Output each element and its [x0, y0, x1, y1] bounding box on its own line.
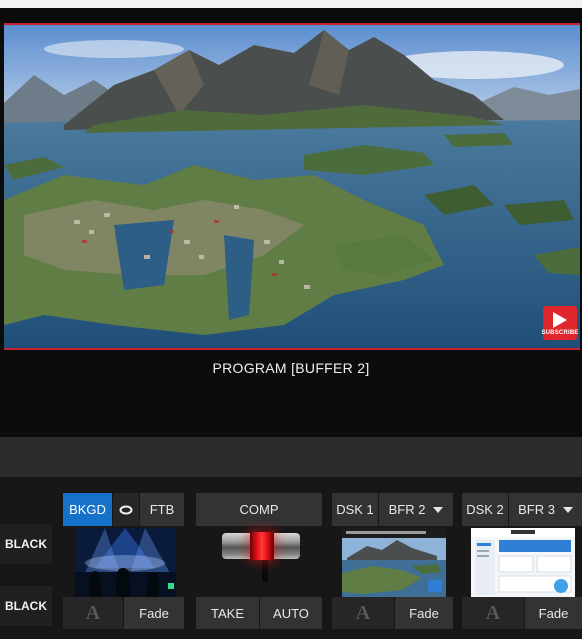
dsk1-source-label: BFR 2	[388, 502, 426, 517]
link-toggle[interactable]	[113, 493, 139, 526]
tbar-indicator	[250, 532, 274, 560]
program-video-frame	[4, 25, 580, 348]
dsk2-source-dropdown[interactable]: BFR 3	[509, 493, 582, 526]
dropdown-arrow-icon	[562, 506, 573, 513]
program-monitor: SUBSCRIBE	[4, 23, 580, 350]
dsk1-button[interactable]: DSK 1	[332, 493, 378, 526]
bkgd-auto-mode-button[interactable]: A	[63, 597, 123, 629]
bkgd-button[interactable]: BKGD	[63, 493, 112, 526]
link-icon	[119, 505, 133, 514]
dsk1-auto-mode-button[interactable]: A	[332, 597, 394, 629]
dsk2-source-label: BFR 3	[518, 502, 555, 517]
auto-mode-a-icon: A	[85, 601, 101, 624]
dsk1-preview-thumbnail	[342, 528, 446, 597]
bkgd-preview-thumbnail	[75, 528, 176, 597]
dsk2-auto-mode-button[interactable]: A	[462, 597, 524, 629]
black-button-program[interactable]: BLACK	[0, 524, 52, 564]
dsk1-fade-button[interactable]: Fade	[395, 597, 453, 629]
switcher-header-bar	[0, 437, 582, 477]
auto-mode-a-icon: A	[485, 601, 501, 624]
auto-button[interactable]: AUTO	[260, 597, 322, 629]
black-button-preview[interactable]: BLACK	[0, 586, 52, 626]
program-label: PROGRAM [BUFFER 2]	[212, 360, 370, 376]
dsk1-source-dropdown[interactable]: BFR 2	[379, 493, 453, 526]
bkgd-fade-button[interactable]: Fade	[124, 597, 184, 629]
dsk2-preview-thumbnail	[471, 528, 575, 597]
auto-mode-a-icon: A	[355, 601, 371, 624]
ftb-button[interactable]: FTB	[140, 493, 184, 526]
subscribe-text: SUBSCRIBE	[541, 330, 579, 336]
youtube-play-icon	[553, 312, 567, 328]
dsk2-fade-button[interactable]: Fade	[525, 597, 582, 629]
subscribe-badge: SUBSCRIBE	[541, 306, 579, 340]
dsk2-button[interactable]: DSK 2	[462, 493, 508, 526]
dropdown-arrow-icon	[433, 506, 444, 513]
take-button[interactable]: TAKE	[196, 597, 259, 629]
window-top-edge	[0, 0, 582, 8]
comp-button[interactable]: COMP	[196, 493, 322, 526]
